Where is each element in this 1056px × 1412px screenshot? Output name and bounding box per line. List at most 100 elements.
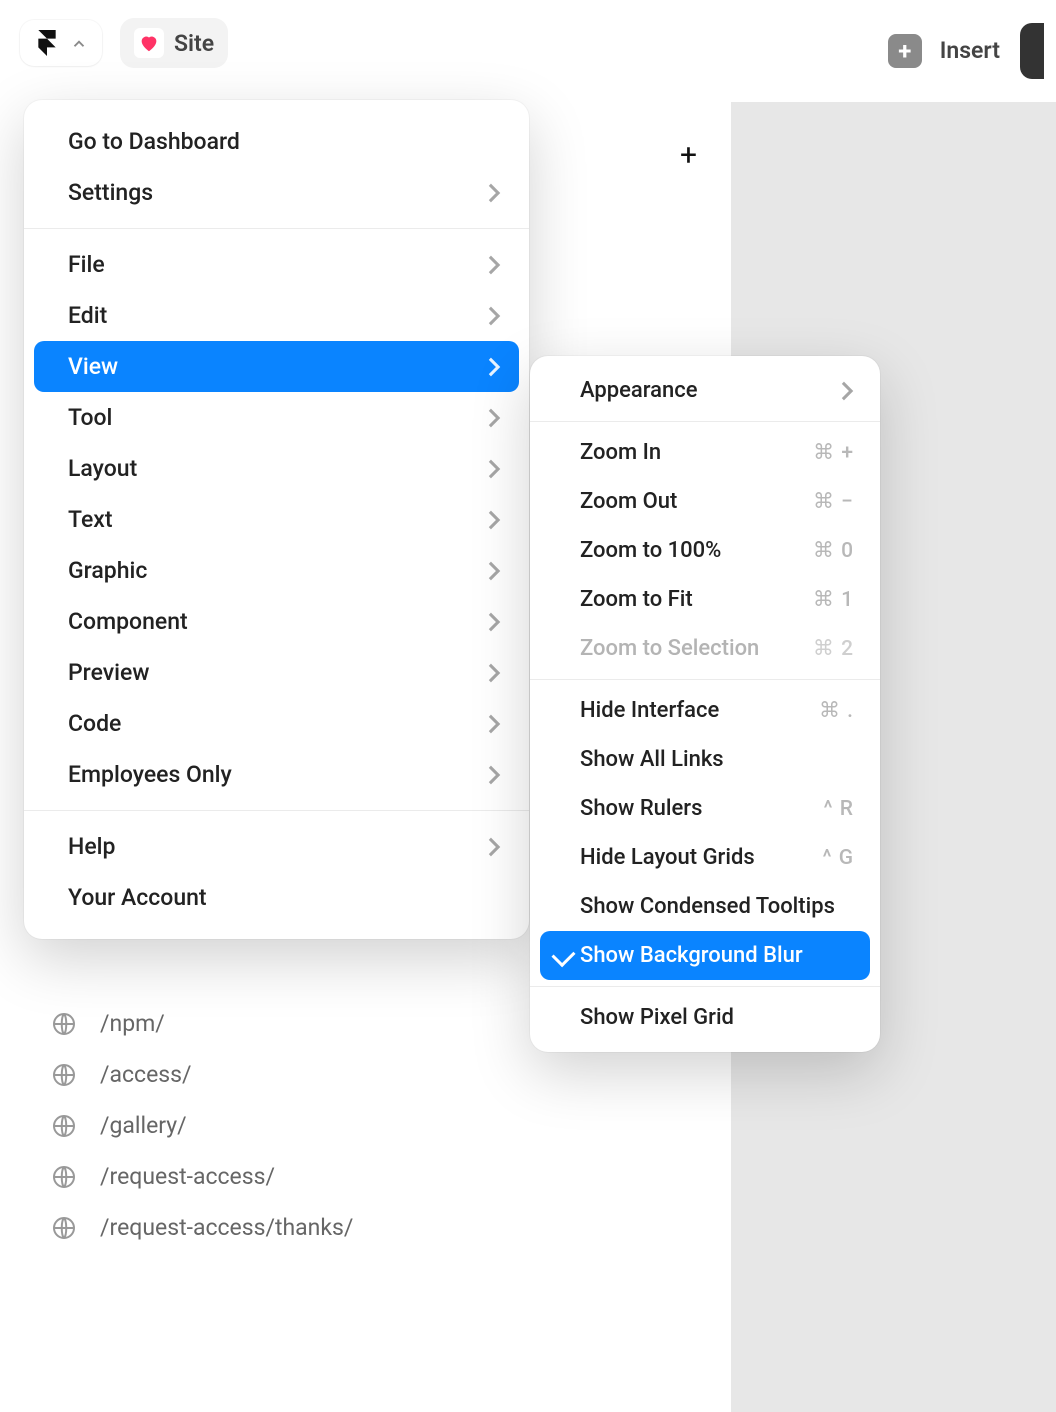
menu-item-text[interactable]: Text xyxy=(24,494,529,545)
menu-item-label: Code xyxy=(68,710,121,737)
keyboard-shortcut: ⌘ 1 xyxy=(813,587,854,612)
menu-item-employees[interactable]: Employees Only xyxy=(24,749,529,800)
app-menu-button[interactable] xyxy=(20,20,102,66)
panel-edge xyxy=(1020,23,1044,79)
chevron-right-icon xyxy=(487,182,501,204)
globe-icon xyxy=(52,1012,76,1036)
menu-item-graphic[interactable]: Graphic xyxy=(24,545,529,596)
submenu-item-appearance[interactable]: Appearance xyxy=(530,366,880,415)
submenu-divider xyxy=(530,421,880,422)
menu-item-view[interactable]: View xyxy=(34,341,519,392)
insert-button[interactable]: + Insert xyxy=(888,34,1000,68)
chevron-right-icon xyxy=(487,305,501,327)
globe-icon xyxy=(52,1114,76,1138)
keyboard-shortcut: ⌘ . xyxy=(819,698,854,723)
menu-item-code[interactable]: Code xyxy=(24,698,529,749)
keyboard-shortcut: ⌘ 0 xyxy=(813,538,854,563)
menu-item-label: Component xyxy=(68,608,188,635)
chevron-right-icon xyxy=(840,380,854,402)
menu-item-layout[interactable]: Layout xyxy=(24,443,529,494)
page-path: /request-access/thanks/ xyxy=(100,1214,353,1241)
menu-divider xyxy=(24,810,529,811)
menu-item-tool[interactable]: Tool xyxy=(24,392,529,443)
globe-icon xyxy=(52,1165,76,1189)
chevron-right-icon xyxy=(487,407,501,429)
submenu-item-background-blur[interactable]: Show Background Blur xyxy=(540,931,870,980)
submenu-item-zoom-in[interactable]: Zoom In ⌘ + xyxy=(530,428,880,477)
submenu-item-zoom-out[interactable]: Zoom Out ⌘ − xyxy=(530,477,880,526)
chevron-right-icon xyxy=(487,764,501,786)
submenu-item-show-rulers[interactable]: Show Rulers ^ R xyxy=(530,784,880,833)
menu-item-label: File xyxy=(68,251,105,278)
pages-list: /npm/ /access/ /gallery/ /request-access… xyxy=(52,1010,353,1241)
submenu-label: Zoom to 100% xyxy=(580,538,721,563)
submenu-item-hide-grids[interactable]: Hide Layout Grids ^ G xyxy=(530,833,880,882)
submenu-label: Appearance xyxy=(580,378,698,403)
submenu-divider xyxy=(530,986,880,987)
chevron-right-icon xyxy=(487,458,501,480)
insert-label: Insert xyxy=(940,37,1000,64)
chevron-right-icon xyxy=(487,836,501,858)
menu-divider xyxy=(24,228,529,229)
submenu-label: Zoom to Selection xyxy=(580,636,759,661)
menu-item-edit[interactable]: Edit xyxy=(24,290,529,341)
chevron-right-icon xyxy=(487,356,501,378)
submenu-item-zoom-fit[interactable]: Zoom to Fit ⌘ 1 xyxy=(530,575,880,624)
chevron-right-icon xyxy=(487,662,501,684)
menu-item-component[interactable]: Component xyxy=(24,596,529,647)
keyboard-shortcut: ⌘ 2 xyxy=(813,636,854,661)
heart-icon xyxy=(134,28,164,58)
page-path: /access/ xyxy=(100,1061,192,1088)
submenu-item-zoom-selection: Zoom to Selection ⌘ 2 xyxy=(530,624,880,673)
submenu-item-hide-interface[interactable]: Hide Interface ⌘ . xyxy=(530,686,880,735)
menu-item-file[interactable]: File xyxy=(24,239,529,290)
page-row[interactable]: /gallery/ xyxy=(52,1112,353,1139)
menu-item-label: Layout xyxy=(68,455,137,482)
page-row[interactable]: /access/ xyxy=(52,1061,353,1088)
menu-item-label: Settings xyxy=(68,179,153,206)
plus-icon: + xyxy=(888,34,922,68)
submenu-item-zoom-100[interactable]: Zoom to 100% ⌘ 0 xyxy=(530,526,880,575)
menu-item-label: Employees Only xyxy=(68,761,232,788)
page-row[interactable]: /npm/ xyxy=(52,1010,353,1037)
submenu-label: Zoom Out xyxy=(580,489,677,514)
menu-item-label: Edit xyxy=(68,302,107,329)
keyboard-shortcut: ^ R xyxy=(824,797,854,821)
keyboard-shortcut: ⌘ − xyxy=(813,489,854,514)
menu-item-dashboard[interactable]: Go to Dashboard xyxy=(24,116,529,167)
framer-logo-icon xyxy=(34,30,60,56)
submenu-label: Show Condensed Tooltips xyxy=(580,894,835,919)
submenu-label: Show Pixel Grid xyxy=(580,1005,734,1030)
submenu-divider xyxy=(530,679,880,680)
view-submenu: Appearance Zoom In ⌘ + Zoom Out ⌘ − Zoom… xyxy=(530,356,880,1052)
menu-item-account[interactable]: Your Account xyxy=(24,872,529,923)
keyboard-shortcut: ⌘ + xyxy=(813,440,854,465)
globe-icon xyxy=(52,1063,76,1087)
menu-item-label: Help xyxy=(68,833,115,860)
submenu-label: Hide Interface xyxy=(580,698,719,723)
submenu-item-condensed-tooltips[interactable]: Show Condensed Tooltips xyxy=(530,882,880,931)
site-switcher-button[interactable]: Site xyxy=(120,18,228,68)
submenu-item-pixel-grid[interactable]: Show Pixel Grid xyxy=(530,993,880,1042)
add-page-icon[interactable]: + xyxy=(680,138,697,173)
menu-item-preview[interactable]: Preview xyxy=(24,647,529,698)
chevron-right-icon xyxy=(487,611,501,633)
menu-item-label: Go to Dashboard xyxy=(68,128,240,155)
page-path: /request-access/ xyxy=(100,1163,275,1190)
menu-item-help[interactable]: Help xyxy=(24,821,529,872)
submenu-label: Show All Links xyxy=(580,747,724,772)
page-row[interactable]: /request-access/thanks/ xyxy=(52,1214,353,1241)
submenu-label: Zoom In xyxy=(580,440,661,465)
page-row[interactable]: /request-access/ xyxy=(52,1163,353,1190)
menu-item-label: Your Account xyxy=(68,884,207,911)
page-path: /npm/ xyxy=(100,1010,165,1037)
chevron-up-icon xyxy=(70,34,88,52)
submenu-item-show-links[interactable]: Show All Links xyxy=(530,735,880,784)
submenu-label: Zoom to Fit xyxy=(580,587,693,612)
submenu-label: Show Background Blur xyxy=(580,943,803,968)
menu-item-label: Graphic xyxy=(68,557,147,584)
menu-item-settings[interactable]: Settings xyxy=(24,167,529,218)
chevron-right-icon xyxy=(487,713,501,735)
chevron-right-icon xyxy=(487,509,501,531)
chevron-right-icon xyxy=(487,560,501,582)
